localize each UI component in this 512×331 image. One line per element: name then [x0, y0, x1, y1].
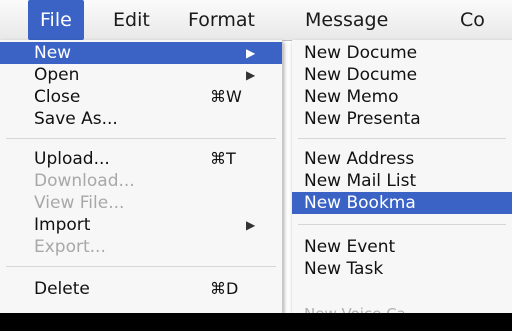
menu-item-delete[interactable]: Delete ⌘D [0, 278, 282, 300]
menu-separator [6, 266, 276, 267]
menu-item-label: New Address [304, 149, 415, 169]
menu-separator [298, 224, 506, 225]
menu-item-label: Open [34, 65, 80, 85]
submenu-item-new-task[interactable]: New Task [292, 258, 512, 280]
menu-bar: File Edit Format Message Co [0, 0, 512, 41]
menu-item-label: Download... [34, 171, 135, 191]
menu-item-new[interactable]: New ▶ [0, 42, 282, 64]
menu-item-close[interactable]: Close ⌘W [0, 86, 282, 108]
submenu-arrow-icon: ▶ [246, 46, 256, 60]
menu-item-label: Close [34, 87, 81, 107]
screen: File Edit Format Message Co New ▶ Open ▶… [0, 0, 512, 331]
shortcut-label: ⌘T [210, 149, 236, 168]
menu-item-label: New Docume [304, 43, 418, 63]
menu-item-export: Export... [0, 236, 282, 258]
menu-item-label: Upload... [34, 149, 110, 169]
file-menu: New ▶ Open ▶ Close ⌘W Save As... Upload.… [0, 40, 283, 313]
menu-item-view-file: View File... [0, 192, 282, 214]
menu-message[interactable]: Message [305, 0, 388, 40]
menu-item-label: New Memo [304, 87, 399, 107]
submenu-arrow-icon: ▶ [246, 218, 256, 232]
shortcut-label: ⌘D [210, 279, 239, 298]
submenu-item-new-presentation[interactable]: New Presenta [292, 108, 512, 130]
menu-item-label: New [34, 43, 72, 63]
new-submenu: New Docume New Docume New Memo New Prese… [292, 40, 512, 313]
submenu-item-new-bookmark[interactable]: New Bookma [292, 192, 512, 214]
menu-item-download: Download... [0, 170, 282, 192]
menu-item-import[interactable]: Import ▶ [0, 214, 282, 236]
menu-item-save-as[interactable]: Save As... [0, 108, 282, 130]
menu-item-label: New Mail List [304, 171, 417, 191]
screen-bottom-edge [0, 313, 512, 331]
menu-item-upload[interactable]: Upload... ⌘T [0, 148, 282, 170]
menu-file[interactable]: File [28, 0, 84, 40]
menu-item-label: Import [34, 215, 91, 235]
submenu-arrow-icon: ▶ [246, 68, 256, 82]
menu-format[interactable]: Format [188, 0, 255, 40]
menu-item-label: New Event [304, 237, 396, 257]
menu-separator [298, 138, 506, 139]
menu-item-open[interactable]: Open ▶ [0, 64, 282, 86]
menu-edit[interactable]: Edit [113, 0, 150, 40]
menu-item-label: New Docume [304, 65, 418, 85]
submenu-item-new-address[interactable]: New Address [292, 148, 512, 170]
menu-item-label: New Task [304, 259, 384, 279]
menu-item-label: View File... [34, 193, 125, 213]
menu-co[interactable]: Co [460, 0, 485, 40]
submenu-item-new-event[interactable]: New Event [292, 236, 512, 258]
shortcut-label: ⌘W [210, 87, 242, 106]
submenu-item-new-document[interactable]: New Docume [292, 42, 512, 64]
submenu-item-new-document-2[interactable]: New Docume [292, 64, 512, 86]
menu-item-label: New Presenta [304, 109, 421, 129]
menu-item-label: Delete [34, 279, 90, 299]
submenu-item-new-memo[interactable]: New Memo [292, 86, 512, 108]
menu-item-label: Save As... [34, 109, 118, 129]
menu-separator [6, 138, 276, 139]
menu-item-label: Export... [34, 237, 106, 257]
menu-item-label: New Bookma [304, 193, 416, 213]
submenu-item-new-mail-list[interactable]: New Mail List [292, 170, 512, 192]
